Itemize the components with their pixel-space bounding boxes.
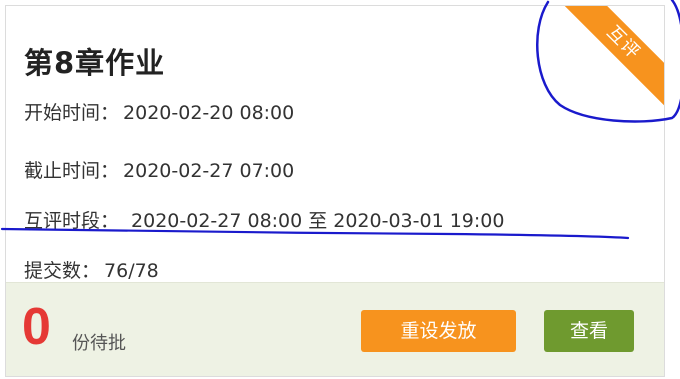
submission-count-row: 提交数： 76/78 [24,256,159,283]
start-time-label: 开始时间： [24,102,120,124]
pending-count: 0 [22,298,51,356]
peer-review-separator: 至 [308,210,328,232]
submission-count-label: 提交数： [24,260,101,282]
pending-label: 份待批 [72,333,126,354]
start-time-row: 开始时间： 2020-02-20 08:00 [24,98,294,125]
peer-review-badge: 互评 [564,6,664,106]
deadline-value: 2020-02-27 07:00 [123,160,295,182]
peer-review-badge-label: 互评 [564,6,664,106]
view-button[interactable]: 查看 [544,310,634,352]
deadline-row: 截止时间： 2020-02-27 07:00 [24,156,294,183]
reset-release-button[interactable]: 重设发放 [361,310,516,352]
peer-review-end: 2020-03-01 19:00 [333,210,505,232]
peer-review-start: 2020-02-27 08:00 [131,210,303,232]
assignment-card: 互评 第8章作业 开始时间： 2020-02-20 08:00 截止时间： 2020… [5,5,665,377]
deadline-label: 截止时间： [24,160,120,182]
peer-review-period-row: 互评时段： 2020-02-27 08:00 至 2020-03-01 19:00 [24,206,504,233]
submission-count-value: 76/78 [104,260,159,282]
card-footer: 0 份待批 重设发放 查看 [6,282,664,376]
start-time-value: 2020-02-20 08:00 [123,102,295,124]
peer-review-period-label: 互评时段： [24,210,120,232]
assignment-title: 第8章作业 [24,46,166,80]
